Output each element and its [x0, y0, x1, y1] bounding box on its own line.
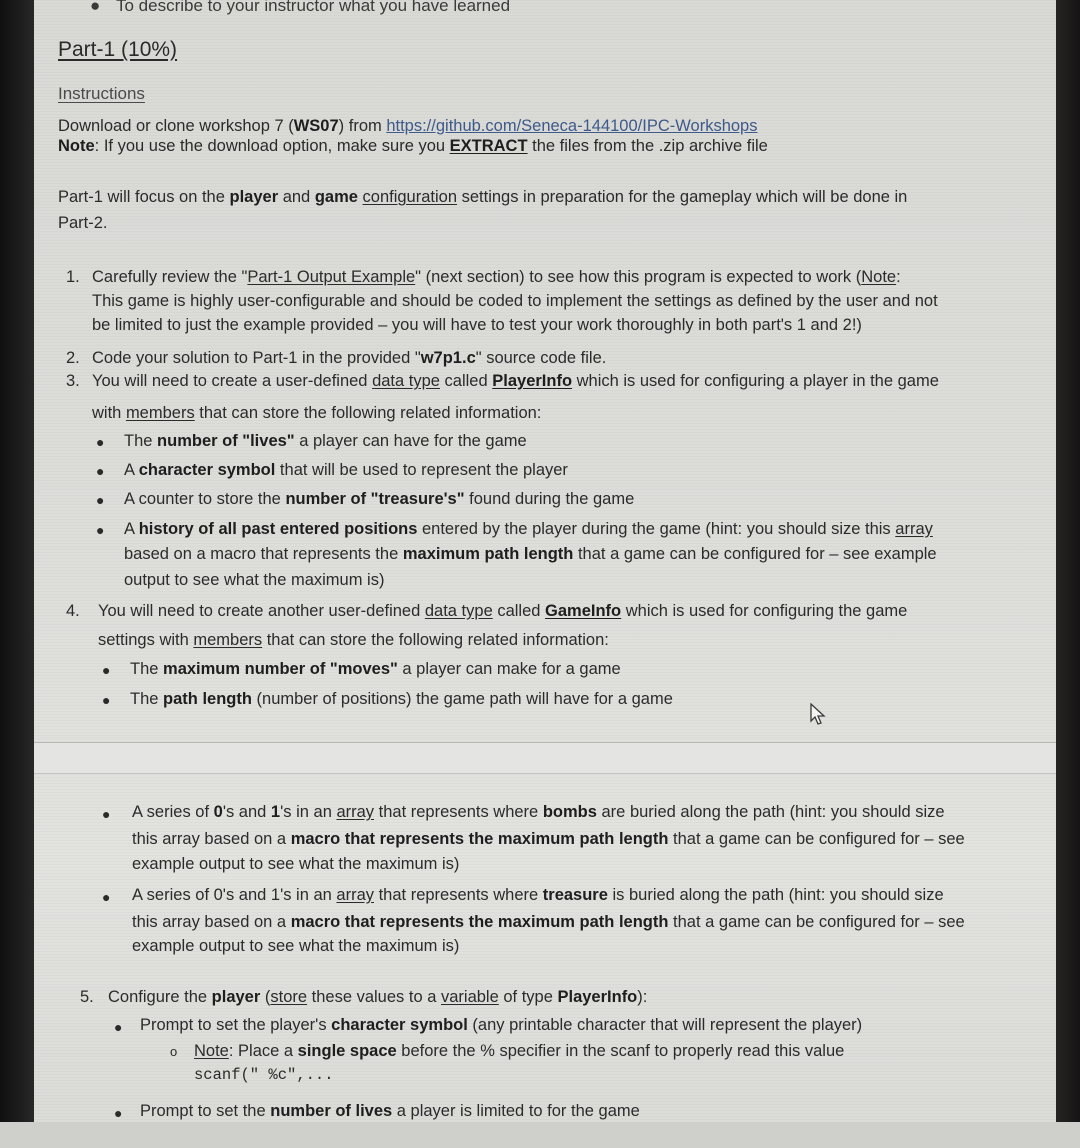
gameinfo-bombs-line2: this array based on a macro that represe… — [132, 830, 965, 848]
playerinfo-history-line2: based on a macro that represents the max… — [124, 545, 937, 563]
bullet-icon: ● — [114, 1019, 123, 1035]
scanf-code: scanf(" %c",... — [194, 1066, 334, 1084]
bullet-icon: ● — [102, 806, 111, 822]
step-4-number: 4. — [66, 602, 80, 620]
page-break — [34, 742, 1056, 774]
repo-link[interactable]: https://github.com/Seneca-144100/IPC-Wor… — [386, 117, 757, 135]
step-5-text: Configure the player (store these values… — [108, 988, 648, 1006]
focus-paragraph-line2: Part-2. — [58, 214, 108, 232]
step-1-number: 1. — [66, 268, 80, 286]
gameinfo-bombs-line1: A series of 0's and 1's in an array that… — [132, 803, 945, 821]
step-3-number: 3. — [66, 372, 80, 390]
config-symbol-prompt: Prompt to set the player's character sym… — [140, 1016, 863, 1034]
previous-section-bullet: ● To describe to your instructor what yo… — [90, 0, 510, 16]
playerinfo-history-line1: A history of all past entered positions … — [124, 520, 933, 538]
playerinfo-history-line3: output to see what the maximum is) — [124, 571, 385, 589]
step-1-line2: This game is highly user-configurable an… — [92, 292, 938, 310]
desk-surface — [0, 1122, 1080, 1148]
step-1-line1: Carefully review the "Part-1 Output Exam… — [92, 268, 901, 286]
step-1-line3: be limited to just the example provided … — [92, 316, 862, 334]
download-instruction: Download or clone workshop 7 (WS07) from… — [58, 117, 758, 135]
step-5-number: 5. — [80, 988, 94, 1006]
config-lives-prompt: Prompt to set the number of lives a play… — [140, 1102, 640, 1120]
playerinfo-lives: The number of "lives" a player can have … — [124, 432, 527, 450]
step-4-line1: You will need to create another user-def… — [98, 602, 908, 620]
bullet-icon: ● — [96, 463, 105, 479]
gameinfo-path-length: The path length (number of positions) th… — [130, 690, 673, 708]
focus-paragraph-line1: Part-1 will focus on the player and game… — [58, 188, 908, 206]
sub-bullet-icon: o — [170, 1044, 178, 1059]
step-3-line1: You will need to create a user-defined d… — [92, 372, 939, 390]
playerinfo-symbol: A character symbol that will be used to … — [124, 461, 568, 479]
step-2-text: Code your solution to Part-1 in the prov… — [92, 349, 607, 367]
gameinfo-treasure-line3: example output to see what the maximum i… — [132, 937, 460, 955]
gameinfo-moves: The maximum number of "moves" a player c… — [130, 660, 621, 678]
playerinfo-treasure: A counter to store the number of "treasu… — [124, 490, 635, 508]
document-screen: ● To describe to your instructor what yo… — [34, 0, 1056, 1148]
mouse-cursor-icon — [810, 703, 826, 725]
instructions-heading: Instructions — [58, 84, 145, 103]
output-example-link[interactable]: Part-1 Output Example — [247, 268, 415, 286]
bullet-icon: ● — [102, 692, 111, 708]
step-3-line2: with members that can store the followin… — [92, 404, 542, 422]
part-title: Part-1 (10%) — [58, 38, 178, 61]
extract-note: Note: If you use the download option, ma… — [58, 137, 768, 155]
bullet-icon: ● — [96, 522, 105, 538]
bullet-icon: ● — [102, 889, 111, 905]
bullet-icon: ● — [114, 1105, 123, 1121]
bullet-icon: ● — [96, 492, 105, 508]
gameinfo-treasure-line1: A series of 0's and 1's in an array that… — [132, 886, 944, 904]
bullet-icon: ● — [102, 662, 111, 678]
gameinfo-bombs-line3: example output to see what the maximum i… — [132, 855, 460, 873]
bullet-icon: ● — [96, 434, 105, 450]
monitor-bezel-left — [0, 0, 36, 1148]
bullet-icon: ● — [90, 0, 101, 15]
gameinfo-treasure-line2: this array based on a macro that represe… — [132, 913, 965, 931]
step-2-number: 2. — [66, 349, 80, 367]
scanf-note: Note: Place a single space before the % … — [194, 1042, 845, 1060]
step-4-line2: settings with members that can store the… — [98, 631, 609, 649]
